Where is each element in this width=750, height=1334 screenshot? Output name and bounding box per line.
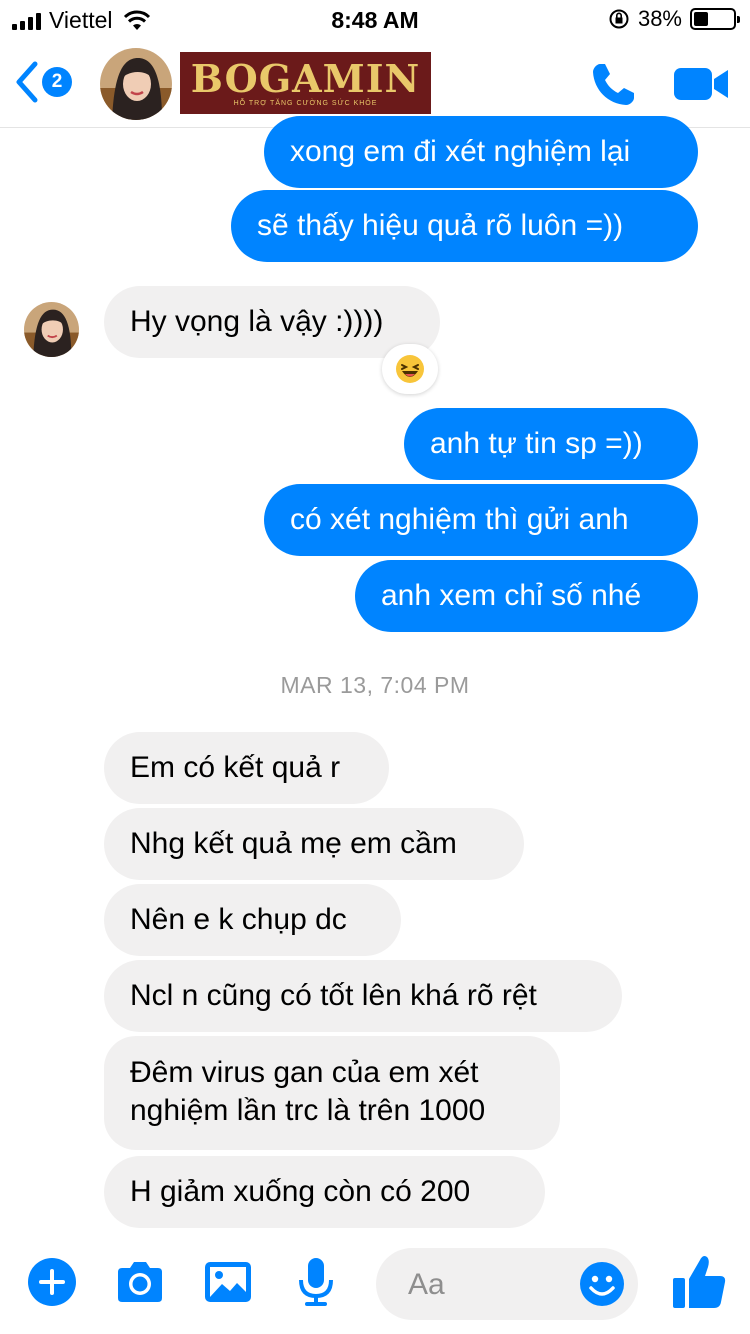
message-incoming[interactable]: Đêm virus gan của em xét nghiệm lần trc … [104, 1036, 560, 1150]
photo-icon[interactable] [202, 1256, 254, 1308]
reaction-badge[interactable] [382, 344, 438, 394]
contact-avatar-small[interactable] [24, 302, 79, 357]
status-right: 38% [608, 6, 740, 32]
message-input[interactable]: Aa [376, 1248, 638, 1320]
status-bar: Viettel 8:48 AM 38% [0, 0, 750, 40]
unread-badge: 2 [42, 67, 72, 97]
message-timestamp: MAR 13, 7:04 PM [280, 672, 470, 698]
video-camera-icon[interactable] [672, 64, 732, 104]
camera-icon[interactable] [114, 1256, 166, 1308]
message-input-placeholder: Aa [408, 1268, 445, 1301]
message-incoming[interactable]: Nhg kết quả mẹ em cầm [104, 808, 524, 880]
conversation-header: 2 BOGAMIN HỖ TRỢ TĂNG CƯỜNG SỨC KHỎE [0, 40, 750, 128]
bogamin-logo: BOGAMIN HỖ TRỢ TĂNG CƯỜNG SỨC KHỎE [180, 52, 431, 114]
microphone-icon[interactable] [290, 1256, 342, 1308]
composer-bar: Aa [0, 1234, 750, 1334]
message-incoming[interactable]: Em có kết quả r [104, 732, 389, 804]
logo-text: BOGAMIN [190, 55, 421, 101]
message-outgoing[interactable]: có xét nghiệm thì gửi anh [264, 484, 698, 556]
message-outgoing[interactable]: anh tự tin sp =)) [404, 408, 698, 480]
message-incoming[interactable]: H giảm xuống còn có 200 [104, 1156, 545, 1228]
phone-icon[interactable] [588, 60, 638, 110]
message-incoming[interactable]: Hy vọng là vậy :)))) [104, 286, 440, 358]
emoji-icon[interactable] [578, 1260, 626, 1308]
back-chevron-icon[interactable] [14, 60, 40, 104]
thumbs-up-icon[interactable] [670, 1252, 728, 1312]
laughing-emoji-icon [396, 355, 424, 383]
rotation-lock-icon [609, 9, 629, 29]
message-incoming[interactable]: Ncl n cũng có tốt lên khá rõ rệt [104, 960, 622, 1032]
battery-icon [690, 8, 740, 30]
message-outgoing[interactable]: anh xem chỉ số nhé [355, 560, 698, 632]
message-outgoing[interactable]: sẽ thấy hiệu quả rõ luôn =)) [231, 190, 698, 262]
plus-icon[interactable] [26, 1256, 78, 1308]
logo-subtext: HỖ TRỢ TĂNG CƯỜNG SỨC KHỎE [233, 99, 378, 107]
battery-percent: 38% [637, 6, 682, 31]
message-incoming[interactable]: Nên e k chụp dc [104, 884, 401, 956]
contact-avatar[interactable] [100, 48, 172, 120]
back-button[interactable]: 2 [14, 60, 72, 104]
message-outgoing[interactable]: xong em đi xét nghiệm lại [264, 116, 698, 188]
